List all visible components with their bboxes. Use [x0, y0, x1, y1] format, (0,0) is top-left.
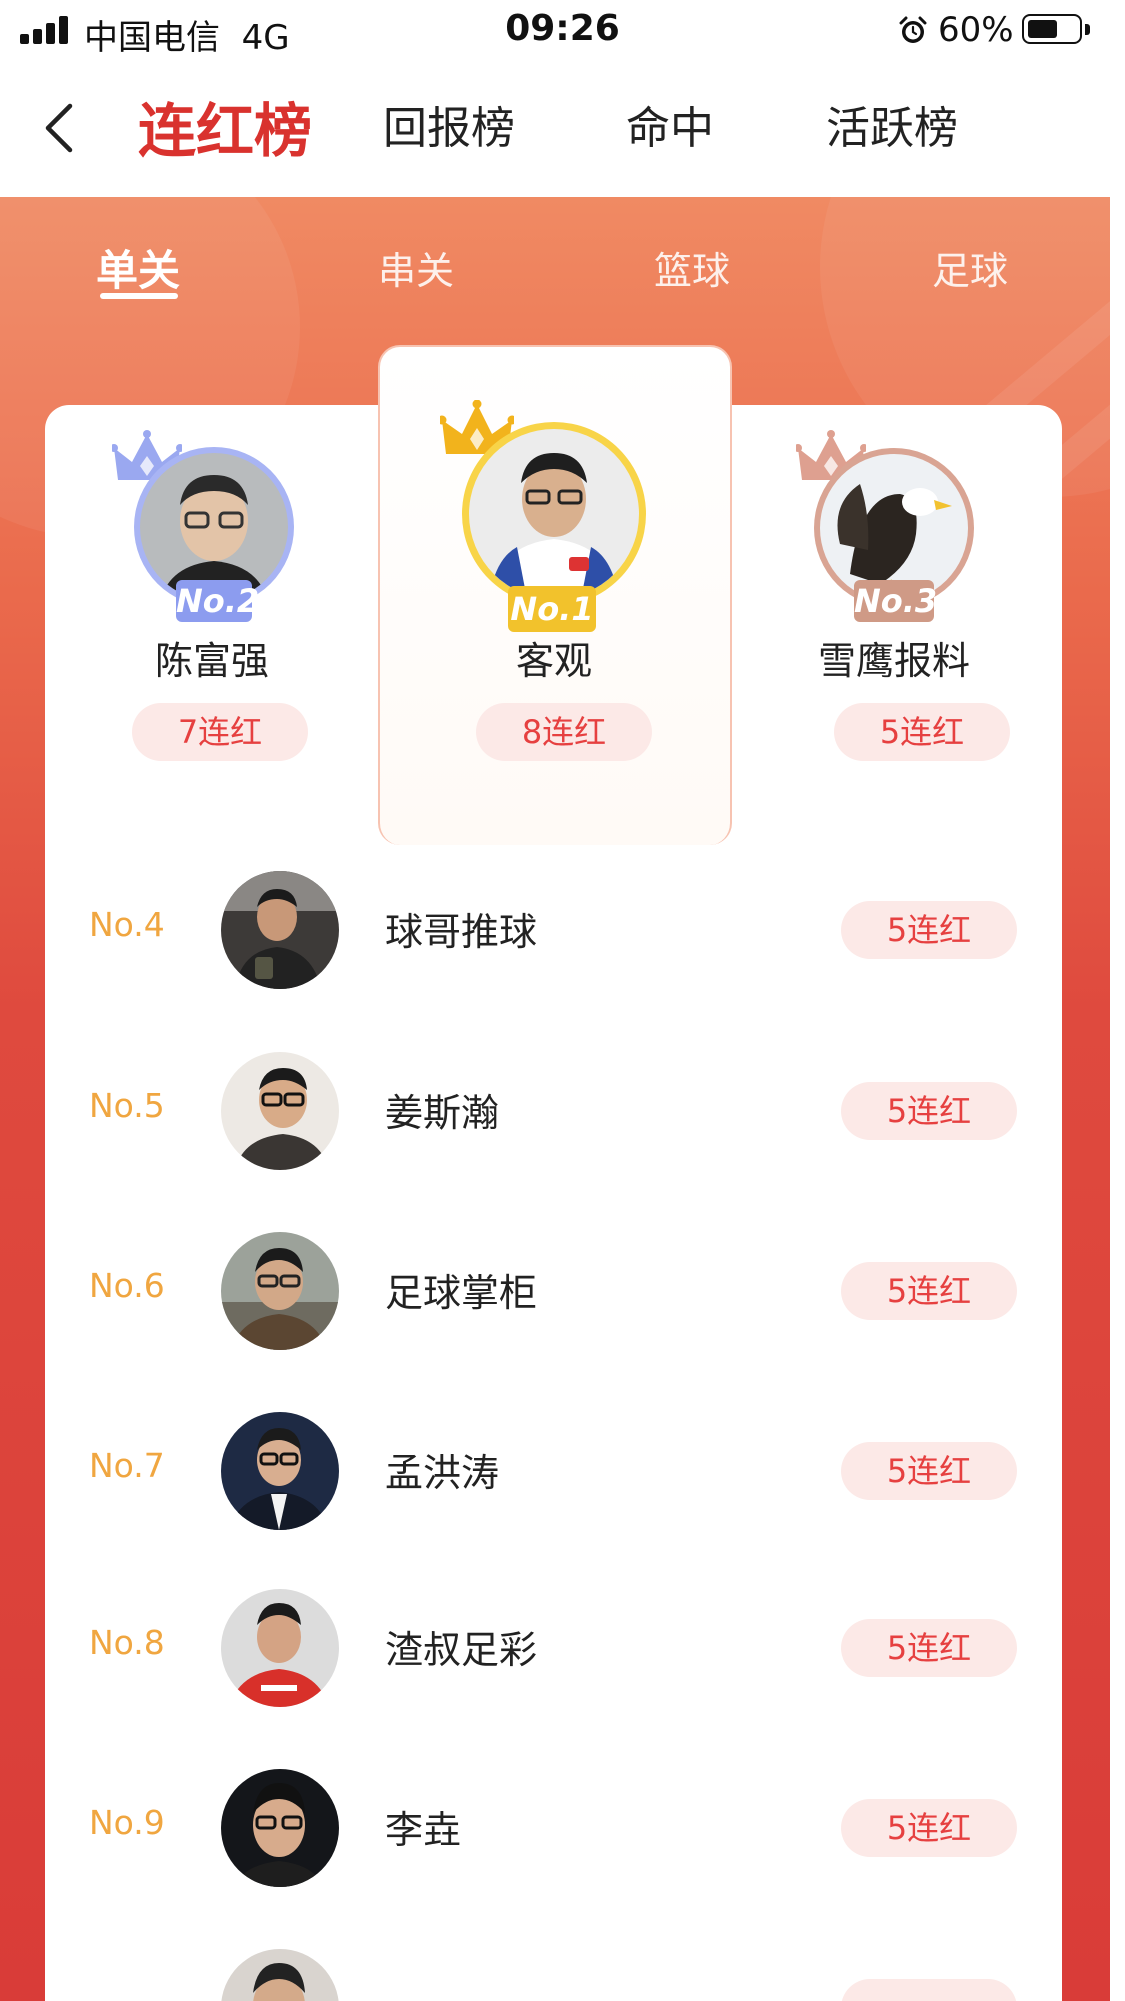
sub-tab-parlay[interactable]: 串关	[378, 240, 454, 295]
podium-name: 陈富强	[154, 639, 269, 683]
list-item[interactable]: No.5 姜斯瀚 5连红	[45, 1024, 1062, 1194]
battery-percent: 60%	[938, 10, 1014, 50]
rank-label: No.6	[89, 1266, 165, 1305]
row-name: 球哥推球	[385, 910, 538, 954]
status-bar: 中国电信 4G 09:26 60%	[0, 0, 1125, 62]
list-item[interactable]: No.6 足球掌柜 5连红	[45, 1204, 1062, 1374]
top-nav: 连红榜 回报榜 命中 活跃榜	[0, 62, 1125, 197]
podium-second[interactable]: No.2 陈富强 7连红	[42, 430, 382, 770]
podium-first[interactable]: No.1 客观 8连红	[384, 400, 724, 770]
tab-streak-ranking[interactable]: 连红榜	[138, 84, 312, 168]
row-name: 李垚	[385, 1808, 462, 1852]
podium-name: 客观	[515, 639, 592, 683]
battery-nub	[1085, 24, 1090, 35]
rank-badge: No.2	[176, 580, 260, 622]
avatar	[221, 1949, 339, 2001]
row-name: 渣叔足彩	[385, 1628, 538, 1672]
row-name: 姜斯瀚	[385, 1091, 500, 1135]
streak-badge: 5连红	[841, 1619, 1017, 1677]
avatar	[221, 1412, 339, 1530]
rank-label: No.5	[89, 1086, 165, 1125]
avatar	[221, 1589, 339, 1707]
streak-badge: 5连红	[841, 1442, 1017, 1500]
rank-label: No.4	[89, 905, 165, 944]
list-item-partial[interactable]	[45, 1921, 1062, 2001]
list-item[interactable]: No.7 孟洪涛 5连红	[45, 1384, 1062, 1554]
avatar	[221, 1052, 339, 1170]
list-item[interactable]: No.8 渣叔足彩 5连红	[45, 1561, 1062, 1731]
rank-label: No.9	[89, 1803, 165, 1842]
avatar	[221, 1769, 339, 1887]
sub-tab-basketball[interactable]: 篮球	[654, 240, 730, 295]
streak-badge: 5连红	[841, 1262, 1017, 1320]
tab-activity-ranking[interactable]: 活跃榜	[826, 92, 958, 156]
row-name: 足球掌柜	[385, 1271, 538, 1315]
streak-badge: 8连红	[476, 703, 652, 761]
avatar	[140, 453, 288, 601]
battery-fill	[1028, 20, 1057, 38]
row-name: 孟洪涛	[385, 1451, 500, 1495]
streak-badge: 5连红	[834, 703, 1010, 761]
rank-label: No.8	[89, 1623, 165, 1662]
list-item[interactable]: No.9 李垚 5连红	[45, 1741, 1062, 1911]
rank-badge: No.1	[508, 586, 596, 632]
list-item[interactable]: No.4 球哥推球 5连红	[45, 843, 1062, 1013]
sub-tab-football[interactable]: 足球	[932, 240, 1008, 295]
avatar	[221, 871, 339, 989]
streak-badge: 5连红	[841, 1082, 1017, 1140]
sub-tab-indicator	[100, 293, 178, 299]
avatar	[221, 1232, 339, 1350]
streak-badge: 7连红	[132, 703, 308, 761]
battery-icon	[1022, 14, 1082, 44]
rank-label: No.7	[89, 1446, 165, 1485]
streak-badge: 5连红	[841, 1799, 1017, 1857]
avatar	[469, 429, 639, 599]
streak-badge: 5连红	[841, 901, 1017, 959]
alarm-icon	[899, 16, 927, 43]
streak-badge	[841, 1979, 1017, 2001]
rank-badge: No.3	[854, 580, 938, 622]
podium-name: 雪鹰报料	[817, 639, 970, 683]
tab-return-ranking[interactable]: 回报榜	[383, 92, 515, 156]
sub-tab-single[interactable]: 单关	[96, 237, 180, 298]
podium-third[interactable]: No.3 雪鹰报料 5连红	[734, 430, 1074, 770]
tab-hit-rate[interactable]: 命中	[626, 92, 714, 156]
back-arrow-icon[interactable]	[34, 98, 94, 158]
